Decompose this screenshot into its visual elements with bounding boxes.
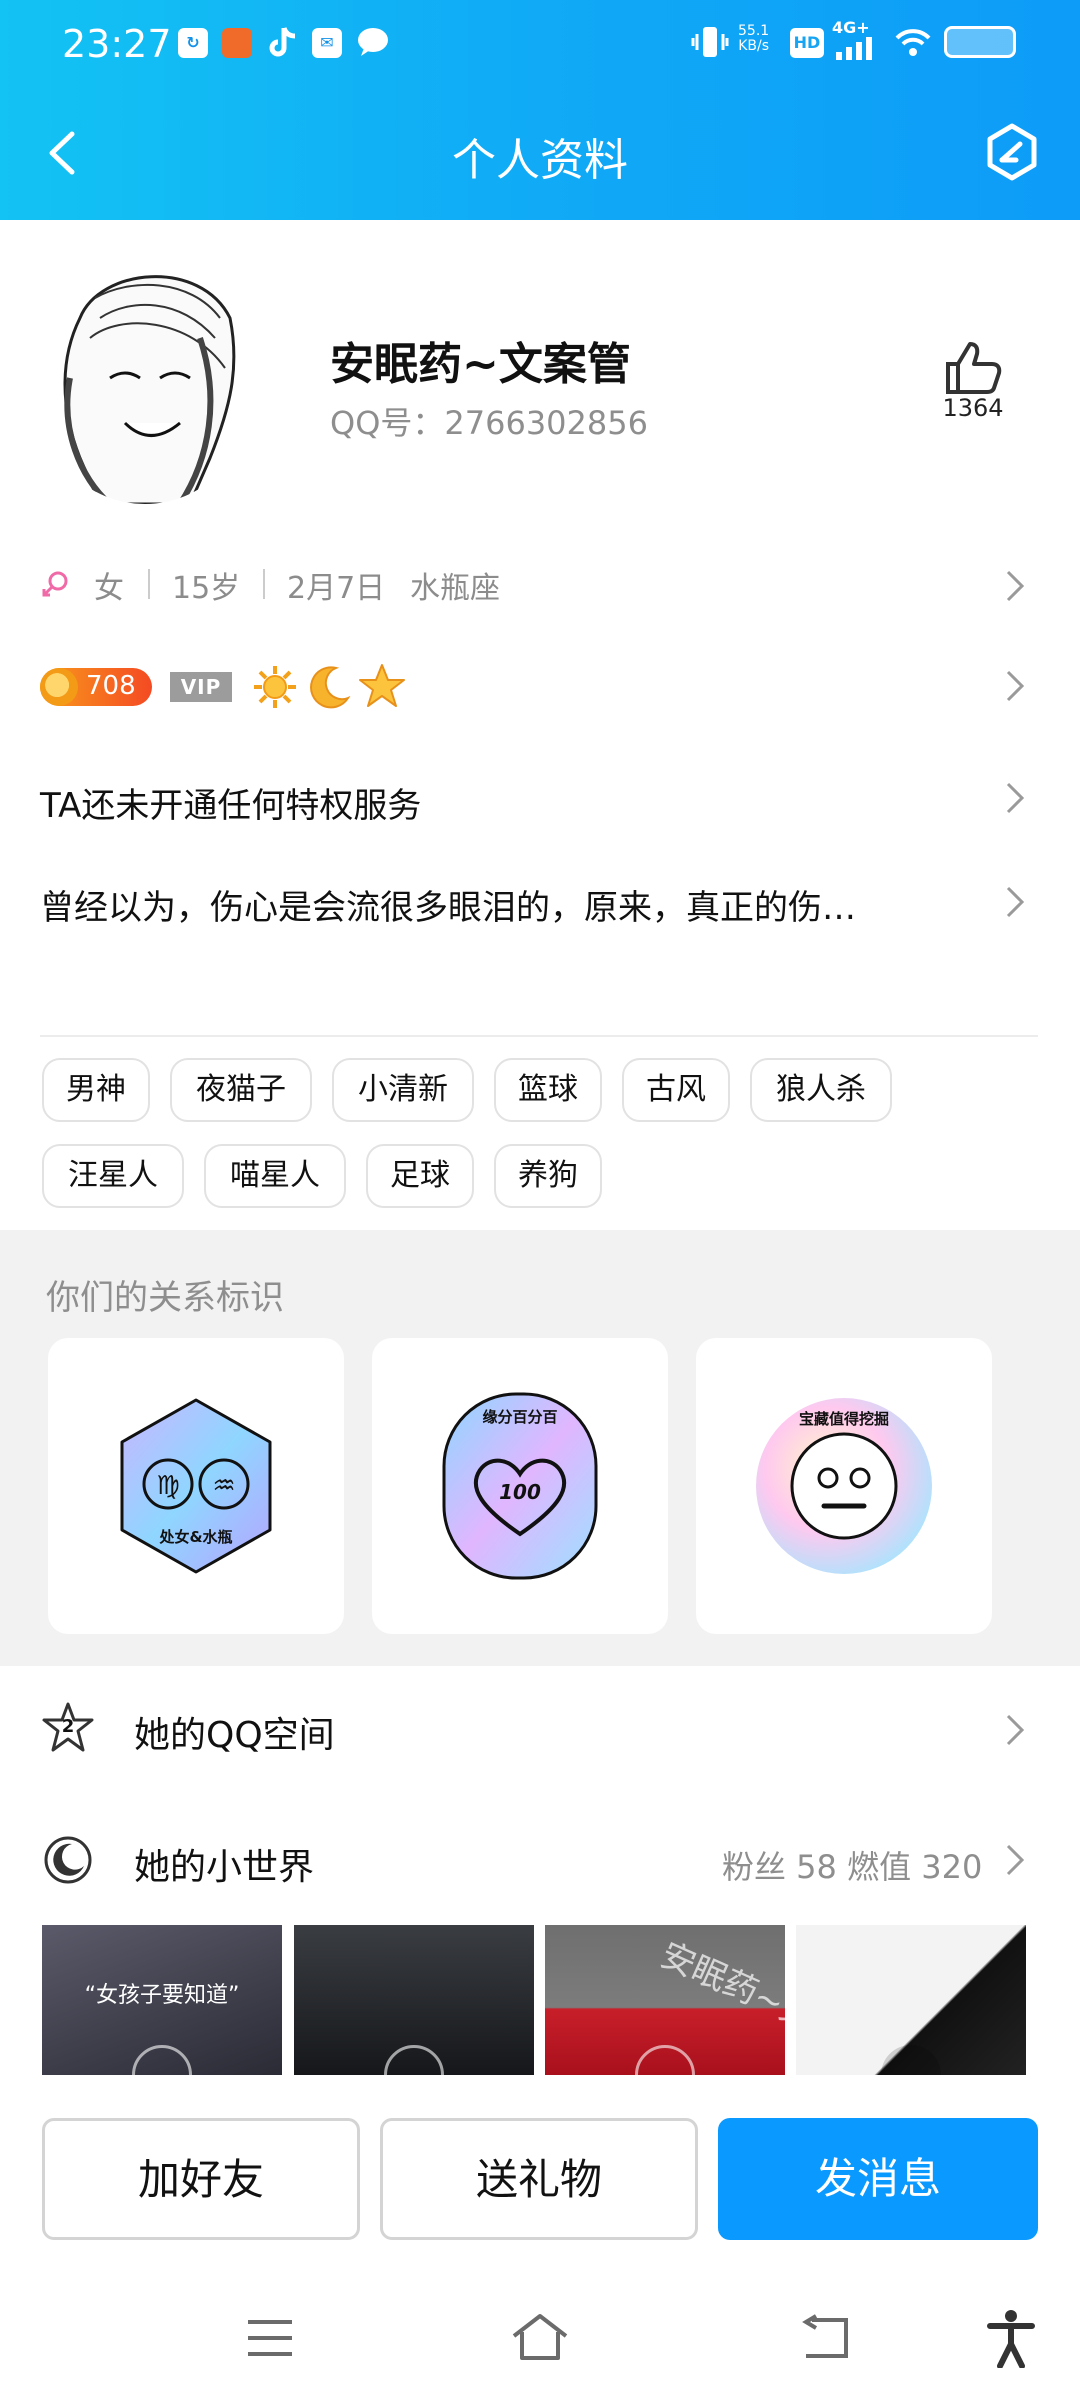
- moon-icon: [306, 664, 352, 714]
- signal-icon: [834, 36, 880, 64]
- small-world-icon: [40, 1832, 96, 1888]
- chevron-right-icon: [1006, 570, 1025, 602]
- world-thumbnail[interactable]: “女孩子要知道”: [42, 1925, 282, 2075]
- network-type: 4G+: [832, 18, 870, 37]
- thumbs-up-icon: [946, 342, 1002, 394]
- basic-info-row[interactable]: 女 15岁 2月7日 水瓶座: [40, 563, 1040, 613]
- action-bar: 加好友 送礼物 发消息: [0, 2078, 1080, 2288]
- thumbnail-caption: “女孩子要知道”: [84, 1983, 240, 2008]
- world-thumbnail[interactable]: 安眠药~文: [545, 1925, 785, 2075]
- tiktok-icon: [268, 26, 298, 64]
- avatar[interactable]: [40, 258, 250, 504]
- svg-text:♒: ♒: [212, 1471, 235, 1501]
- qzone-star-icon: 2: [40, 1700, 96, 1756]
- interest-tag[interactable]: 夜猫子: [170, 1058, 312, 1122]
- level-badge[interactable]: 708: [40, 668, 152, 706]
- interest-tag[interactable]: 古风: [622, 1058, 730, 1122]
- back-nav-icon[interactable]: [798, 2314, 852, 2366]
- interest-tag[interactable]: 小清新: [332, 1058, 474, 1122]
- relation-card-fate[interactable]: 缘分百分百 100: [372, 1338, 668, 1634]
- like-button[interactable]: [940, 338, 1006, 398]
- relation-card-zodiac[interactable]: ♍ ♒ 处女&水瓶: [48, 1338, 344, 1634]
- interest-tag[interactable]: 喵星人: [204, 1144, 346, 1208]
- world-thumbnail[interactable]: [796, 1925, 1026, 2075]
- send-gift-button[interactable]: 送礼物: [380, 2118, 698, 2240]
- chevron-right-icon: [1006, 1714, 1025, 1746]
- chevron-right-icon: [1006, 886, 1025, 918]
- chevron-right-icon: [1006, 782, 1025, 814]
- signature[interactable]: 曾经以为，伤心是会流很多眼泪的，原来，真正的伤…: [40, 880, 960, 929]
- net-speed-value: 55.1: [738, 23, 770, 39]
- sync-icon: ↻: [178, 28, 208, 58]
- edit-profile-button[interactable]: [984, 122, 1040, 182]
- mail-icon: ✉: [312, 28, 342, 58]
- battery-icon: [944, 26, 1016, 58]
- zodiac-badge-label: 处女&水瓶: [159, 1528, 233, 1546]
- age: 15岁: [172, 571, 241, 606]
- chevron-right-icon: [1006, 670, 1025, 702]
- privilege-text[interactable]: TA还未开通任何特权服务: [40, 778, 421, 827]
- like-count: 1364: [942, 394, 1004, 422]
- small-world-link[interactable]: 她的小世界: [134, 1838, 314, 1890]
- relation-card-treasure[interactable]: 宝藏值得挖掘: [696, 1338, 992, 1634]
- chat-icon: [356, 26, 390, 62]
- female-icon: [40, 569, 70, 607]
- play-icon: [635, 2045, 695, 2075]
- divider: [40, 1035, 1038, 1037]
- coin-icon: [40, 668, 78, 706]
- treasure-badge-label: 宝藏值得挖掘: [798, 1410, 889, 1428]
- svg-text:♍: ♍: [156, 1471, 179, 1501]
- play-icon: [881, 2045, 941, 2075]
- sun-icon: [252, 664, 298, 714]
- add-friend-button[interactable]: 加好友: [42, 2118, 360, 2240]
- system-navigation-bar: [0, 2288, 1080, 2408]
- net-speed-unit: KB/s: [738, 38, 769, 54]
- interest-tag[interactable]: 足球: [366, 1144, 474, 1208]
- hd-badge: HD: [790, 28, 824, 58]
- vip-badge: VIP: [170, 672, 232, 702]
- star-icon: [358, 662, 406, 714]
- relation-section: 你们的关系标识 ♍ ♒ 处女&水瓶 缘分百分百 100 宝藏值得挖掘: [0, 1230, 1080, 1666]
- play-icon: [384, 2045, 444, 2075]
- play-icon: [132, 2045, 192, 2075]
- interest-tag[interactable]: 狼人杀: [750, 1058, 892, 1122]
- send-message-button[interactable]: 发消息: [718, 2118, 1038, 2240]
- gender: 女: [94, 571, 124, 606]
- interest-tag[interactable]: 篮球: [494, 1058, 602, 1122]
- wifi-icon: [894, 26, 932, 62]
- qq-number: QQ号：2766302856: [330, 404, 648, 442]
- fate-badge-label: 缘分百分百: [482, 1408, 558, 1426]
- zodiac: 水瓶座: [410, 571, 500, 606]
- chevron-right-icon: [1006, 1844, 1025, 1876]
- fate-badge-value: 100: [499, 1480, 541, 1504]
- nickname: 安眠药~文案管: [330, 339, 631, 390]
- relation-title: 你们的关系标识: [46, 1278, 284, 1318]
- level-value: 708: [86, 671, 136, 701]
- thumbnail-watermark: 安眠药~文: [654, 1934, 785, 2039]
- birthday: 2月7日: [287, 571, 386, 606]
- qzone-link[interactable]: 她的QQ空间: [134, 1706, 335, 1758]
- accessibility-icon[interactable]: [986, 2308, 1036, 2372]
- interest-tag[interactable]: 汪星人: [42, 1144, 184, 1208]
- menu-icon[interactable]: [246, 2318, 294, 2362]
- page-title: 个人资料: [452, 135, 628, 186]
- small-world-stats: 粉丝 58 燃值 320: [722, 1848, 983, 1886]
- home-icon[interactable]: [510, 2312, 570, 2366]
- world-thumbnail[interactable]: [294, 1925, 534, 2075]
- status-bar: 23:27 ↻ ✉ 55.1 KB/s HD 4G+: [0, 18, 1080, 68]
- header-bar: 23:27 ↻ ✉ 55.1 KB/s HD 4G+ 个人资料: [0, 0, 1080, 220]
- qzone-level: 2: [61, 1716, 75, 1737]
- status-time: 23:27: [62, 22, 172, 66]
- interest-tag[interactable]: 男神: [42, 1058, 150, 1122]
- vibrate-icon: [690, 24, 730, 64]
- app-icon: [222, 28, 252, 58]
- interest-tag[interactable]: 养狗: [494, 1144, 602, 1208]
